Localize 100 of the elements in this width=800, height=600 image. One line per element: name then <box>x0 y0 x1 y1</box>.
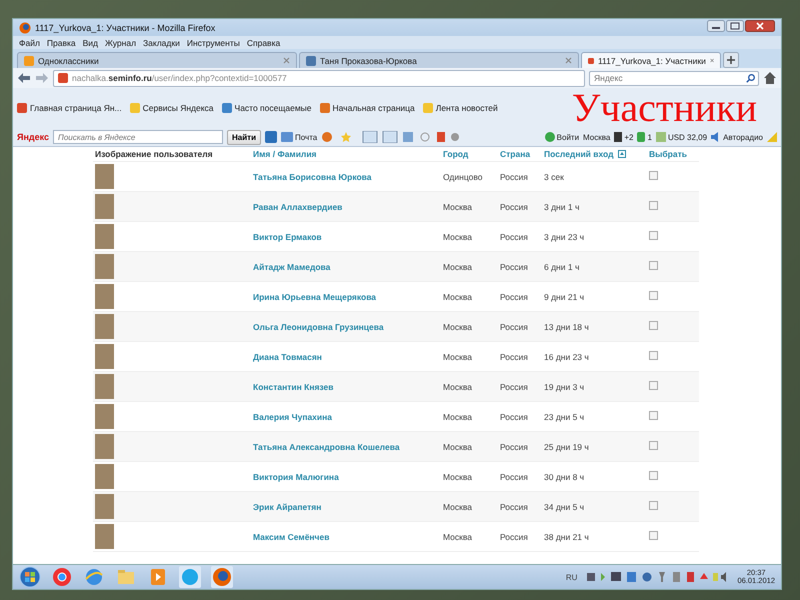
user-name-link[interactable]: Ирина Юрьевна Мещерякова <box>251 292 441 302</box>
select-checkbox[interactable] <box>649 261 658 270</box>
select-checkbox[interactable] <box>649 321 658 330</box>
user-name-link[interactable]: Максим Семёнчев <box>251 532 441 542</box>
select-checkbox[interactable] <box>649 351 658 360</box>
table-cell-text: Россия <box>499 292 529 302</box>
table-cell-text: 3 сек <box>543 172 565 182</box>
table-cell-text: Россия <box>499 442 529 452</box>
select-checkbox[interactable] <box>649 381 658 390</box>
column-header[interactable]: Выбрать <box>647 149 699 159</box>
table-cell-text: 6 дни 1 ч <box>543 262 580 272</box>
table-cell-text: Москва <box>442 202 474 212</box>
login-icon <box>544 132 555 142</box>
table-cell-text: Россия <box>499 412 529 422</box>
back-icon[interactable] <box>17 72 31 84</box>
menu-item[interactable]: Вид <box>82 38 98 48</box>
tray-icons-drawing[interactable] <box>587 571 728 583</box>
column-header[interactable]: Город <box>441 149 498 159</box>
select-checkbox[interactable] <box>649 171 658 180</box>
photo-placeholder <box>95 194 114 219</box>
user-name-link[interactable]: Татьяна Александровна Кошелева <box>251 442 441 452</box>
table-cell-text: 34 дни 5 ч <box>543 502 586 512</box>
table-cell-text: 9 дни 21 ч <box>543 292 586 302</box>
search-icon[interactable] <box>746 74 755 82</box>
yandex-search-field[interactable]: Поискать в Яндексе <box>53 130 224 144</box>
column-header[interactable]: Имя / Фамилия <box>251 149 441 159</box>
bookmark-icon <box>422 103 433 113</box>
sort-icon[interactable] <box>618 150 626 158</box>
menu-item[interactable]: Журнал <box>105 38 136 48</box>
table-cell-text: Москва <box>442 382 474 392</box>
select-checkbox[interactable] <box>649 501 658 510</box>
select-checkbox[interactable] <box>649 441 658 450</box>
menu-item[interactable]: Справка <box>246 38 280 48</box>
toolbar-icon[interactable] <box>265 131 277 143</box>
photo-placeholder <box>95 524 114 549</box>
city-link[interactable]: Москва <box>583 132 610 142</box>
station-link[interactable]: Авторадио <box>711 132 763 142</box>
select-checkbox[interactable] <box>649 201 658 210</box>
table-cell-text: 16 дни 23 ч <box>543 352 590 362</box>
table-cell-text: 19 дни 3 ч <box>543 382 586 392</box>
browser-icon[interactable] <box>51 566 73 588</box>
mail-button[interactable]: Почта <box>281 132 318 142</box>
address-field[interactable]: nachalka.seminfo.ru/user/index.php?contextid=1000577 <box>53 70 585 86</box>
bookmark-link[interactable]: Лента новостей <box>422 103 498 113</box>
select-checkbox[interactable] <box>649 531 658 540</box>
globe-icon[interactable] <box>83 566 105 588</box>
find-button[interactable]: Найти <box>227 130 261 144</box>
table-cell-text: Россия <box>499 202 529 212</box>
bookmark-link[interactable]: Часто посещаемые <box>222 103 312 113</box>
user-name-link[interactable]: Айтадж Мамедова <box>251 262 441 272</box>
bookmark-link[interactable]: Сервисы Яндекса <box>130 103 214 113</box>
bookmark-link[interactable]: Начальная страница <box>320 103 415 113</box>
table-cell-text: Одинцово <box>442 172 484 182</box>
table-cell-text: Россия <box>499 502 529 512</box>
select-checkbox[interactable] <box>649 291 658 300</box>
close-icon[interactable] <box>745 20 775 32</box>
maximize-icon[interactable] <box>726 20 744 32</box>
search-field[interactable]: Яндекс <box>589 70 759 86</box>
favicon-icon <box>588 56 594 66</box>
user-name-link[interactable]: Диана Товмасян <box>251 352 441 362</box>
messages-indicator[interactable]: +2 <box>614 132 634 142</box>
user-name-link[interactable]: Татьяна Борисовна Юркова <box>251 172 441 182</box>
toolbar-icons-drawing[interactable] <box>321 131 462 143</box>
close-tab-icon[interactable] <box>710 57 714 64</box>
language-indicator[interactable]: RU <box>566 572 578 582</box>
table-cell-text: 38 дни 21 ч <box>543 532 590 542</box>
menu-item[interactable]: Правка <box>46 38 76 48</box>
select-checkbox[interactable] <box>649 411 658 420</box>
yandex-logo[interactable]: Яндекс <box>17 132 50 142</box>
user-name-link[interactable]: Раван Аллахвердиев <box>251 202 441 212</box>
bookmark-link[interactable]: Главная страница Ян... <box>17 103 122 113</box>
browser-tab[interactable]: Одноклассники <box>17 52 297 68</box>
minimize-icon[interactable] <box>707 20 725 32</box>
home-icon[interactable] <box>763 71 777 85</box>
column-header[interactable]: Последний вход <box>542 149 616 159</box>
new-tab-icon[interactable] <box>723 52 739 68</box>
currency-indicator[interactable]: USD 32,09 <box>656 132 708 142</box>
table-cell-text: Москва <box>442 472 474 482</box>
user-name-link[interactable]: Эрик Айрапетян <box>251 502 441 512</box>
browser-tab[interactable]: Таня Проказова-Юркова <box>299 52 579 68</box>
bookmark-icon <box>130 103 140 113</box>
user-name-link[interactable]: Ольга Леонидовна Грузинцева <box>251 322 441 332</box>
user-name-link[interactable]: Константин Князев <box>251 382 441 392</box>
start-button-icon[interactable] <box>19 566 41 588</box>
column-header[interactable]: Страна <box>498 149 542 159</box>
browser-tab[interactable]: 1117_Yurkova_1: Участники <box>581 52 721 68</box>
login-link[interactable]: Войти <box>544 132 580 142</box>
menu-item[interactable]: Закладки <box>143 38 180 48</box>
user-name-link[interactable]: Виктория Малюгина <box>251 472 441 482</box>
menu-item[interactable]: Файл <box>19 38 40 48</box>
select-checkbox[interactable] <box>649 471 658 480</box>
firefox-icon[interactable] <box>211 566 233 588</box>
user-name-link[interactable]: Виктор Ермаков <box>251 232 441 242</box>
close-tab-icon[interactable] <box>565 57 572 64</box>
menu-item[interactable]: Инструменты <box>186 38 240 48</box>
user-name-link[interactable]: Валерия Чупахина <box>251 412 441 422</box>
counter-indicator[interactable]: 1 <box>637 132 652 142</box>
photo-placeholder <box>95 494 114 519</box>
select-checkbox[interactable] <box>649 231 658 240</box>
close-tab-icon[interactable] <box>283 57 290 64</box>
